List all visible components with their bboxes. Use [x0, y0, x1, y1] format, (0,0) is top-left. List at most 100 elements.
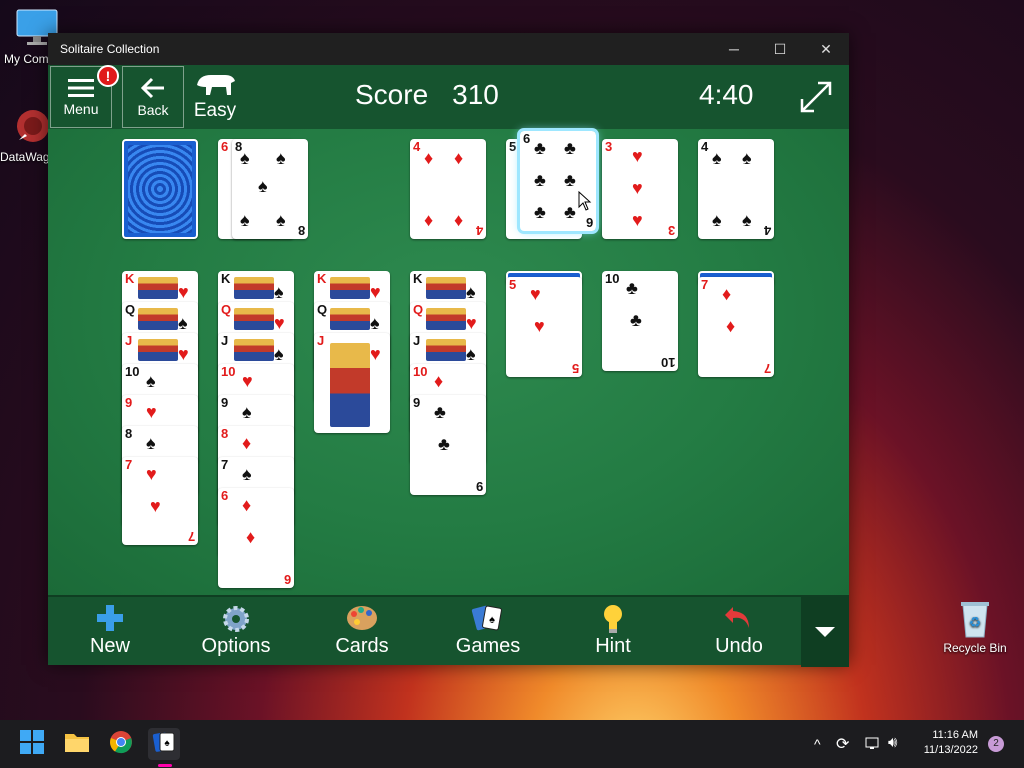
title-bar: Solitaire Collection ─ ☐ ✕: [48, 33, 849, 65]
spade-icon: ♠: [742, 210, 752, 230]
games-label: Games: [455, 635, 521, 657]
taskbar-solitaire[interactable]: ♠: [148, 728, 180, 760]
foundation-2-dragged-card[interactable]: 6 ♣ ♣ ♣ ♣ ♣ ♣ 6: [517, 128, 599, 234]
card-rank: K: [413, 271, 423, 286]
club-icon: ♣: [564, 170, 576, 190]
card-rank: 4: [701, 139, 709, 154]
foundation-4[interactable]: 4 ♠ ♠ ♠ ♠ 4: [698, 139, 774, 239]
hint-label: Hint: [595, 635, 631, 657]
tableau-card[interactable]: 5 ♥ ♥ 5: [506, 277, 582, 377]
network-icon[interactable]: [864, 735, 880, 754]
game-top-bar: Menu ! Back Easy Score 310 4:40: [48, 65, 849, 129]
card-rank: 8: [297, 223, 305, 238]
clock[interactable]: 11:16 AM 11/13/2022: [918, 729, 978, 756]
club-icon: ♣: [534, 170, 546, 190]
fullscreen-icon[interactable]: [798, 79, 834, 120]
arrow-left-icon: [140, 77, 166, 102]
card-rank: J: [125, 333, 133, 348]
club-icon: ♣: [534, 202, 546, 222]
card-rank: 6: [221, 488, 229, 503]
close-button[interactable]: ✕: [803, 33, 849, 65]
undo-button[interactable]: Undo: [694, 603, 784, 658]
card-rank: 9: [221, 395, 229, 410]
desktop-icon-recycle-bin[interactable]: ♻ Recycle Bin: [942, 597, 1008, 655]
tableau-card[interactable]: 7 ♦ ♦ 7: [698, 277, 774, 377]
spade-icon: ♠: [146, 371, 156, 391]
spade-icon: ♠: [242, 464, 252, 484]
spade-icon: ♠: [466, 282, 476, 302]
face-card-portrait-icon: [234, 277, 274, 299]
solitaire-icon: ♠: [152, 730, 176, 759]
hint-button[interactable]: Hint: [568, 603, 658, 658]
card-rank: J: [221, 333, 229, 348]
notification-count-badge[interactable]: 2: [988, 736, 1004, 752]
difficulty-indicator: Easy: [190, 71, 240, 122]
back-label: Back: [137, 101, 169, 118]
card-rank: 6: [585, 215, 593, 230]
spade-icon: ♠: [242, 402, 252, 422]
card-rank: 7: [763, 361, 771, 376]
tableau-card[interactable]: 6 ♦ ♦ 6: [218, 488, 294, 588]
card-rank: 6: [221, 139, 229, 154]
game-timer: 4:40: [699, 79, 754, 110]
tableau-card[interactable]: 10 ♣ ♣ 10: [602, 271, 678, 371]
more-button[interactable]: [801, 597, 849, 667]
club-icon: ♣: [626, 278, 638, 298]
maximize-button[interactable]: ☐: [757, 33, 803, 65]
new-game-button[interactable]: New: [65, 603, 155, 658]
card-rank: Q: [413, 302, 424, 317]
spade-icon: ♠: [146, 433, 156, 453]
heart-icon: ♥: [534, 316, 545, 336]
tray-chevron-up-icon[interactable]: ^: [814, 736, 821, 752]
polar-bear-icon: [190, 71, 240, 102]
tableau-card[interactable]: J ♥: [314, 333, 390, 433]
windows-logo-icon: [20, 729, 44, 759]
club-icon: ♣: [630, 310, 642, 330]
cards-button[interactable]: Cards: [317, 603, 407, 658]
heart-icon: ♥: [632, 178, 643, 198]
svg-text:♠: ♠: [164, 738, 170, 749]
heart-icon: ♥: [530, 284, 541, 304]
card-rank: 3: [667, 223, 675, 238]
start-button[interactable]: [16, 728, 48, 760]
solitaire-window: Solitaire Collection ─ ☐ ✕ Menu ! Back E…: [48, 33, 849, 667]
card-rank: K: [221, 271, 231, 286]
card-rank: Q: [125, 302, 136, 317]
card-rank: 10: [605, 271, 620, 286]
card-rank: 7: [187, 529, 195, 544]
tableau-card[interactable]: 9 ♣ ♣ 9: [410, 395, 486, 495]
club-icon: ♣: [564, 202, 576, 222]
foundation-1[interactable]: 4 ♦ ♦ ♦ ♦ 4: [410, 139, 486, 239]
card-rank: 5: [509, 139, 517, 154]
card-rank: 6: [523, 131, 531, 146]
card-rank: 10: [660, 355, 675, 370]
stock-pile[interactable]: [122, 139, 198, 239]
options-button[interactable]: Options: [191, 603, 281, 658]
card-rank: J: [317, 333, 325, 348]
face-card-portrait-icon: [234, 308, 274, 330]
tableau-card[interactable]: 7 ♥ ♥ 7: [122, 457, 198, 545]
taskbar-chrome[interactable]: [105, 728, 137, 760]
card-rank: 10: [413, 364, 428, 379]
waste-card-top[interactable]: 8 ♠ ♠ ♠ ♠ ♠ 8: [232, 139, 308, 239]
taskbar-file-explorer[interactable]: [61, 728, 93, 760]
score-label: Score: [355, 79, 429, 110]
cards-label: Cards: [335, 635, 389, 657]
games-button[interactable]: ♠ Games: [443, 603, 533, 658]
sync-icon[interactable]: ⟳: [836, 734, 849, 754]
new-label: New: [89, 635, 130, 657]
diamond-icon: ♦: [246, 527, 256, 547]
menu-button[interactable]: Menu !: [50, 65, 119, 128]
notification-badge: !: [97, 65, 119, 87]
card-rank: 8: [125, 426, 133, 441]
spade-icon: ♠: [178, 313, 188, 333]
minimize-button[interactable]: ─: [711, 33, 757, 65]
spade-icon: ♠: [240, 148, 250, 168]
foundation-3[interactable]: 3 ♥ ♥ ♥ 3: [602, 139, 678, 239]
face-card-portrait-icon: [138, 339, 178, 361]
face-card-portrait-icon: [330, 343, 370, 427]
face-card-portrait-icon: [138, 277, 178, 299]
volume-icon[interactable]: 🔊︎: [888, 734, 897, 751]
face-card-portrait-icon: [426, 277, 466, 299]
back-button[interactable]: Back: [122, 66, 184, 128]
